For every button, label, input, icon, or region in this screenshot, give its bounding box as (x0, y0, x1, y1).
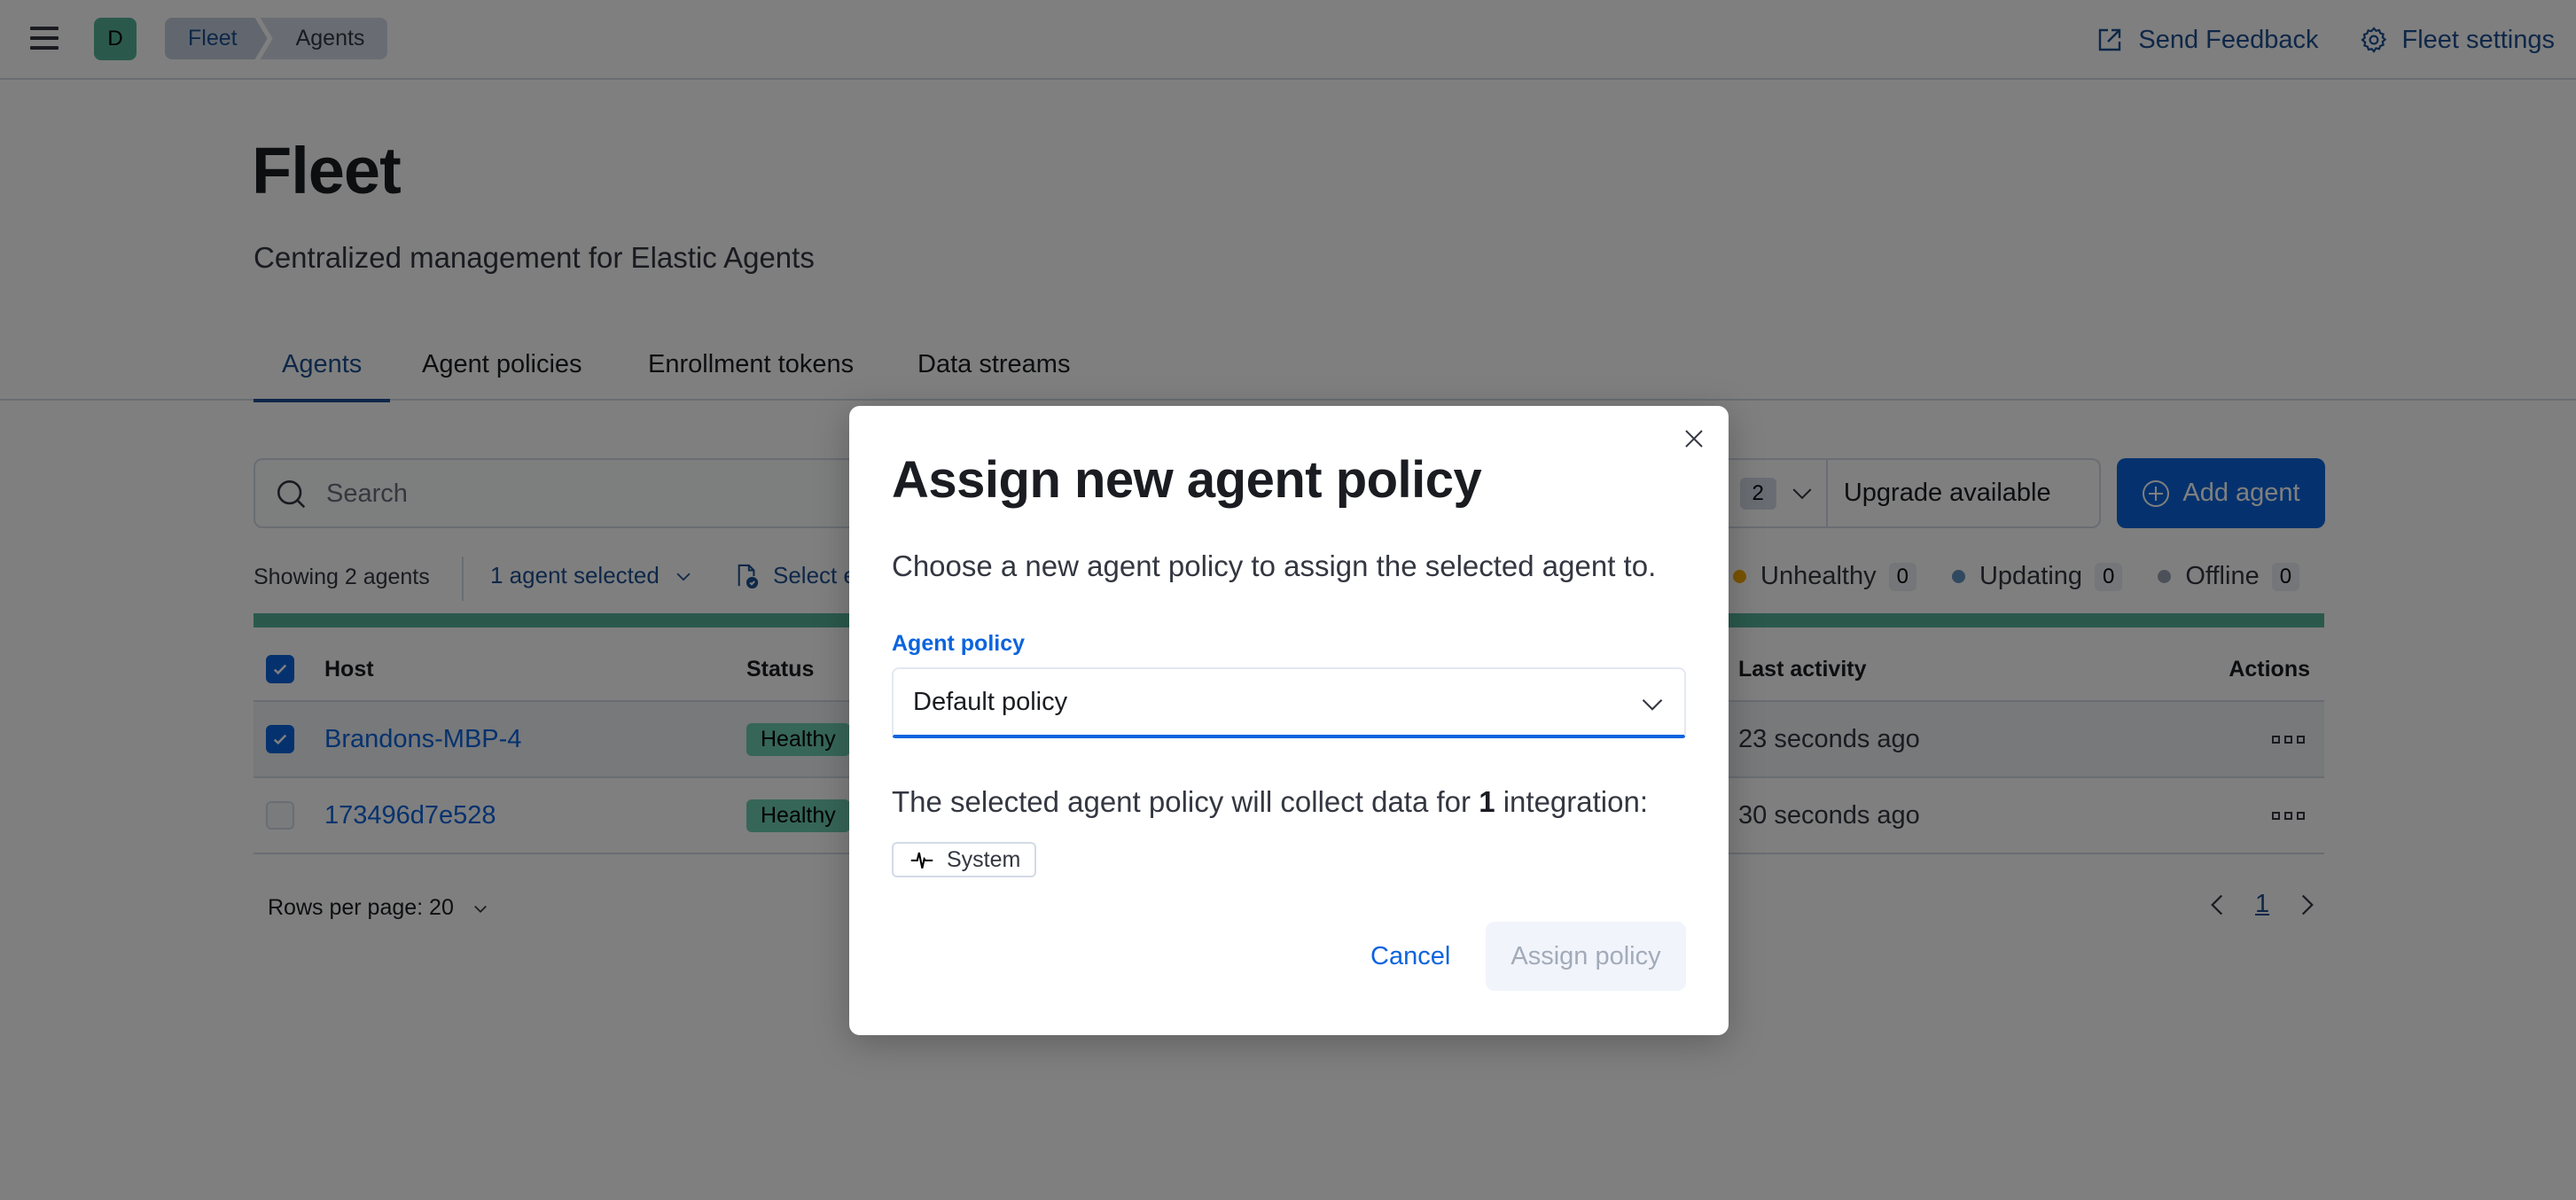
close-icon (1685, 430, 1703, 448)
selected-policy-value: Default policy (913, 687, 1068, 716)
integration-count: 1 (1479, 785, 1495, 818)
close-button[interactable] (1679, 424, 1709, 454)
integration-summary: The selected agent policy will collect d… (892, 785, 1648, 819)
integration-suffix: integration: (1503, 785, 1648, 818)
assign-policy-modal: Assign new agent policy Choose a new age… (849, 406, 1729, 1035)
integration-badge-system: System (892, 842, 1037, 877)
integration-name: System (947, 846, 1021, 872)
heartbeat-icon (910, 852, 933, 869)
cancel-button[interactable]: Cancel (1354, 922, 1466, 991)
integration-prefix: The selected agent policy will collect d… (892, 785, 1471, 818)
agent-policy-label: Agent policy (892, 631, 1026, 656)
modal-title: Assign new agent policy (892, 451, 1482, 509)
assign-policy-button[interactable]: Assign policy (1486, 922, 1686, 991)
agent-policy-select[interactable]: Default policy (892, 667, 1686, 738)
modal-description: Choose a new agent policy to assign the … (892, 549, 1657, 582)
chevron-down-icon (1642, 699, 1663, 711)
